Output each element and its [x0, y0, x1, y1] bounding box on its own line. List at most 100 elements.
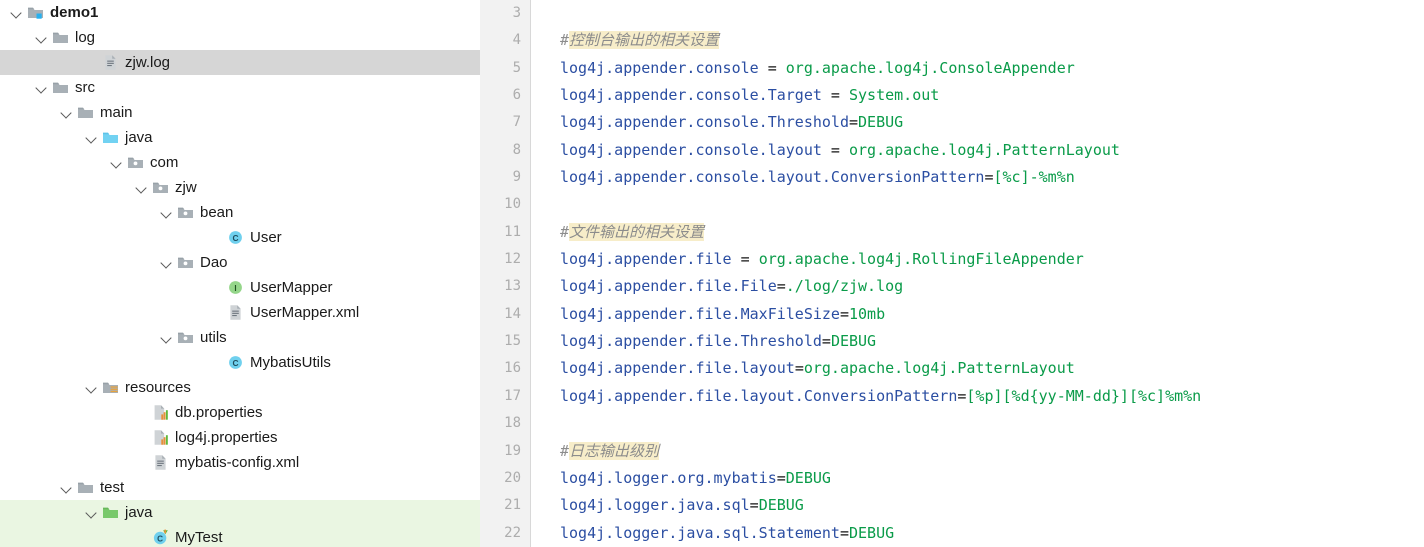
tree-item-demo1[interactable]: demo1 — [0, 0, 480, 25]
chevron-down-icon[interactable] — [135, 181, 148, 194]
tree-item-usermapper-xml[interactable]: UserMapper.xml — [0, 300, 480, 325]
chevron-down-icon[interactable] — [160, 256, 173, 269]
tree-item-label: mybatis-config.xml — [175, 454, 300, 471]
tree-item-com[interactable]: com — [0, 150, 480, 175]
tree-item-java[interactable]: java — [0, 500, 480, 525]
chevron-down-icon[interactable] — [85, 131, 98, 144]
property-value: org.apache.log4j.ConsoleAppender — [785, 58, 1075, 77]
chevron-down-icon[interactable] — [35, 31, 48, 44]
svg-text:C: C — [232, 358, 238, 368]
line-number: 15 — [504, 333, 521, 350]
code-line[interactable]: log4j.appender.file.MaxFileSize=10mb — [531, 301, 1424, 328]
tree-item-zjw[interactable]: zjw — [0, 175, 480, 200]
chevron-down-icon[interactable] — [60, 481, 73, 494]
property-separator: = — [821, 140, 849, 159]
property-separator: = — [848, 113, 859, 132]
module-folder-icon — [27, 4, 44, 21]
tree-item-java[interactable]: java — [0, 125, 480, 150]
chevron-down-icon[interactable] — [60, 106, 73, 119]
chevron-down-icon[interactable] — [10, 6, 23, 19]
tree-item-label: User — [250, 229, 282, 246]
tree-item-test[interactable]: test — [0, 475, 480, 500]
property-separator: = — [794, 359, 804, 378]
code-line[interactable]: #控制台输出的相关设置 — [531, 27, 1424, 54]
tree-item-user[interactable]: C User — [0, 225, 480, 250]
tree-item-label: java — [125, 129, 153, 146]
tree-item-main[interactable]: main — [0, 100, 480, 125]
tree-item-src[interactable]: src — [0, 75, 480, 100]
property-value: DEBUG — [858, 113, 904, 132]
tree-item-bean[interactable]: bean — [0, 200, 480, 225]
code-line[interactable]: #日志输出级别 — [531, 438, 1424, 465]
chevron-down-icon[interactable] — [35, 81, 48, 94]
code-line[interactable]: log4j.appender.console.Target = System.o… — [531, 82, 1424, 109]
property-value: 10mb — [849, 304, 886, 323]
tree-item-label: src — [75, 79, 95, 96]
text-file-icon — [102, 54, 119, 71]
tree-item-db-properties[interactable]: db.properties — [0, 400, 480, 425]
code-line[interactable]: log4j.appender.console.Threshold=DEBUG — [531, 109, 1424, 136]
tree-item-dao[interactable]: Dao — [0, 250, 480, 275]
code-editor-panel[interactable]: 3 4 5 6 7 8 9 10 11 12 13 14 15 16 17 18 19 20 21 22 #控制台输出… — [480, 0, 1424, 547]
tree-item-log[interactable]: log — [0, 25, 480, 50]
code-line[interactable] — [531, 191, 1424, 218]
chevron-down-icon[interactable] — [85, 381, 98, 394]
tree-item-log4j-properties[interactable]: log4j.properties — [0, 425, 480, 450]
code-line[interactable]: log4j.appender.file = org.apache.log4j.R… — [531, 246, 1424, 273]
code-line[interactable]: log4j.appender.file.Threshold=DEBUG — [531, 328, 1424, 355]
code-line[interactable]: log4j.appender.console = org.apache.log4… — [531, 55, 1424, 82]
property-separator: = — [731, 250, 759, 269]
property-key: log4j.appender.console.layout — [560, 140, 822, 159]
code-line[interactable]: log4j.logger.org.mybatis=DEBUG — [531, 465, 1424, 492]
test-root-folder-icon — [102, 504, 119, 521]
property-separator: = — [821, 86, 849, 105]
code-line[interactable]: log4j.appender.console.layout.Conversion… — [531, 164, 1424, 191]
comment-hash: # — [560, 441, 570, 460]
code-line[interactable]: log4j.appender.console.layout = org.apac… — [531, 137, 1424, 164]
code-line[interactable]: log4j.appender.file.layout=org.apache.lo… — [531, 355, 1424, 382]
property-separator: = — [839, 523, 849, 542]
svg-text:I: I — [234, 284, 236, 293]
code-line[interactable]: #文件输出的相关设置 — [531, 219, 1424, 246]
svg-text:C: C — [157, 534, 163, 543]
tree-item-mybatis-config-xml[interactable]: mybatis-config.xml — [0, 450, 480, 475]
property-key: log4j.appender.file.layout — [560, 359, 795, 378]
code-line[interactable]: log4j.logger.java.sql=DEBUG — [531, 492, 1424, 519]
code-line[interactable] — [531, 410, 1424, 437]
property-key: log4j.appender.file.MaxFileSize — [560, 304, 840, 323]
line-number: 16 — [504, 360, 521, 377]
tree-item-usermapper[interactable]: I UserMapper — [0, 275, 480, 300]
folder-icon — [52, 79, 69, 96]
folder-icon — [77, 104, 94, 121]
property-separator: = — [821, 332, 831, 351]
java-class-icon: C — [227, 354, 244, 371]
tree-item-zjw-log[interactable]: zjw.log — [0, 50, 480, 75]
tree-item-mytest[interactable]: C MyTest — [0, 525, 480, 547]
code-line[interactable]: log4j.appender.file.layout.ConversionPat… — [531, 383, 1424, 410]
project-tree-panel[interactable]: demo1 log zjw.log src main java com zjw bean C Use… — [0, 0, 480, 547]
property-value: org.apache.log4j.PatternLayout — [803, 359, 1075, 378]
chevron-down-icon[interactable] — [160, 331, 173, 344]
tree-item-label: resources — [125, 379, 191, 396]
code-line[interactable]: log4j.logger.java.sql.Statement=DEBUG — [531, 520, 1424, 547]
chevron-down-icon[interactable] — [160, 206, 173, 219]
editor-code-area[interactable]: #控制台输出的相关设置 log4j.appender.console = org.… — [531, 0, 1424, 547]
code-line[interactable] — [531, 0, 1424, 27]
java-interface-icon: I — [227, 279, 244, 296]
line-number: 8 — [512, 141, 521, 158]
property-value: DEBUG — [849, 523, 895, 542]
tree-item-mybatisutils[interactable]: C MybatisUtils — [0, 350, 480, 375]
tree-item-resources[interactable]: resources — [0, 375, 480, 400]
package-folder-icon — [177, 329, 194, 346]
tree-item-utils[interactable]: utils — [0, 325, 480, 350]
comment-text: 文件输出的相关设置 — [569, 222, 705, 241]
tree-item-label: UserMapper.xml — [250, 304, 360, 321]
code-line[interactable]: log4j.appender.file.File=./log/zjw.log — [531, 273, 1424, 300]
chevron-down-icon[interactable] — [110, 156, 123, 169]
property-value: DEBUG — [830, 332, 877, 351]
line-number: 13 — [504, 278, 521, 295]
chevron-down-icon[interactable] — [85, 506, 98, 519]
